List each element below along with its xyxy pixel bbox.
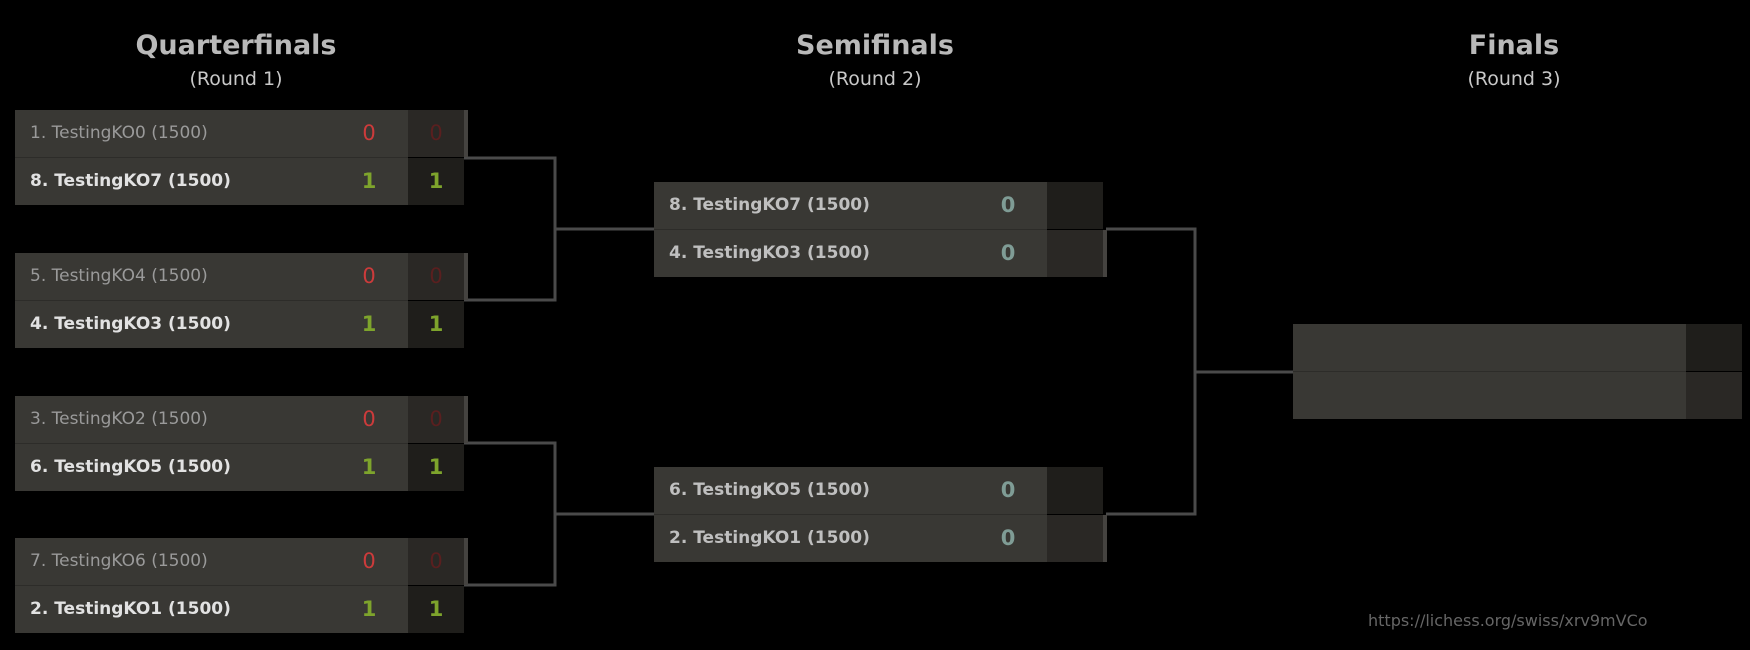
player-name: 6. TestingKO5 (1500) (669, 480, 870, 500)
player-row[interactable]: 4. TestingKO3 (1500) 1 (15, 301, 408, 348)
player-name: 6. TestingKO5 (1500) (30, 457, 231, 477)
total-score: 1 (408, 301, 464, 348)
total-score-empty (1686, 372, 1742, 419)
semifinal-match-2[interactable]: 6. TestingKO5 (1500) 0 2. TestingKO1 (15… (654, 467, 1107, 562)
match-edge (464, 110, 468, 157)
quarterfinal-match-1[interactable]: 1. TestingKO0 (1500) 0 8. TestingKO7 (15… (15, 110, 468, 205)
player-row[interactable]: 2. TestingKO1 (1500) 0 (654, 515, 1047, 562)
match-edge (1103, 230, 1107, 277)
game-score: 0 (362, 549, 376, 573)
total-score: 0 (408, 396, 464, 443)
semifinal-match-1[interactable]: 8. TestingKO7 (1500) 0 4. TestingKO3 (15… (654, 182, 1107, 277)
quarterfinal-match-2[interactable]: 5. TestingKO4 (1500) 0 4. TestingKO3 (15… (15, 253, 468, 348)
player-name: 7. TestingKO6 (1500) (30, 551, 208, 571)
game-score: 0 (1000, 193, 1016, 217)
game-score: 0 (1000, 241, 1016, 265)
game-score: 1 (361, 312, 377, 336)
player-name: 1. TestingKO0 (1500) (30, 123, 208, 143)
connector-qf-3-4 (464, 441, 557, 587)
connector-qf-1-2 (464, 156, 557, 302)
player-name: 4. TestingKO3 (1500) (669, 243, 870, 263)
player-row[interactable]: 4. TestingKO3 (1500) 0 (654, 230, 1047, 277)
player-row[interactable]: 3. TestingKO2 (1500) 0 (15, 396, 408, 443)
match-edge (464, 253, 468, 300)
total-score-empty (1047, 467, 1103, 514)
game-score: 1 (361, 169, 377, 193)
total-score-empty (1047, 182, 1103, 229)
tournament-url: https://lichess.org/swiss/xrv9mVCo (1368, 611, 1648, 630)
total-score-empty (1047, 515, 1103, 562)
player-name: 5. TestingKO4 (1500) (30, 266, 208, 286)
total-score: 1 (408, 586, 464, 633)
game-score: 0 (1000, 478, 1016, 502)
game-score: 0 (362, 407, 376, 431)
match-edge (464, 538, 468, 585)
player-name: 4. TestingKO3 (1500) (30, 314, 231, 334)
player-row[interactable]: 1. TestingKO0 (1500) 0 (15, 110, 408, 157)
connector-sf-1-2 (1106, 227, 1197, 516)
player-row-empty[interactable] (1293, 324, 1686, 371)
player-row[interactable]: 6. TestingKO5 (1500) 0 (654, 467, 1047, 514)
total-score: 0 (408, 538, 464, 585)
match-edge (464, 396, 468, 443)
player-row[interactable]: 5. TestingKO4 (1500) 0 (15, 253, 408, 300)
quarterfinal-match-3[interactable]: 3. TestingKO2 (1500) 0 6. TestingKO5 (15… (15, 396, 468, 491)
total-score-empty (1047, 230, 1103, 277)
player-row[interactable]: 7. TestingKO6 (1500) 0 (15, 538, 408, 585)
player-row[interactable]: 8. TestingKO7 (1500) 1 (15, 158, 408, 205)
final-match[interactable] (1293, 324, 1742, 419)
game-score: 0 (362, 264, 376, 288)
player-row-empty[interactable] (1293, 372, 1686, 419)
game-score: 0 (362, 121, 376, 145)
player-name: 8. TestingKO7 (1500) (669, 195, 870, 215)
player-name: 2. TestingKO1 (1500) (669, 528, 870, 548)
player-row[interactable]: 6. TestingKO5 (1500) 1 (15, 444, 408, 491)
total-score: 1 (408, 444, 464, 491)
player-name: 2. TestingKO1 (1500) (30, 599, 231, 619)
player-row[interactable]: 8. TestingKO7 (1500) 0 (654, 182, 1047, 229)
total-score: 0 (408, 110, 464, 157)
game-score: 1 (361, 597, 377, 621)
total-score: 0 (408, 253, 464, 300)
total-score: 1 (408, 158, 464, 205)
player-row[interactable]: 2. TestingKO1 (1500) 1 (15, 586, 408, 633)
player-name: 8. TestingKO7 (1500) (30, 171, 231, 191)
match-edge (1103, 515, 1107, 562)
player-name: 3. TestingKO2 (1500) (30, 409, 208, 429)
game-score: 1 (361, 455, 377, 479)
game-score: 0 (1000, 526, 1016, 550)
quarterfinal-match-4[interactable]: 7. TestingKO6 (1500) 0 2. TestingKO1 (15… (15, 538, 468, 633)
total-score-empty (1686, 324, 1742, 371)
